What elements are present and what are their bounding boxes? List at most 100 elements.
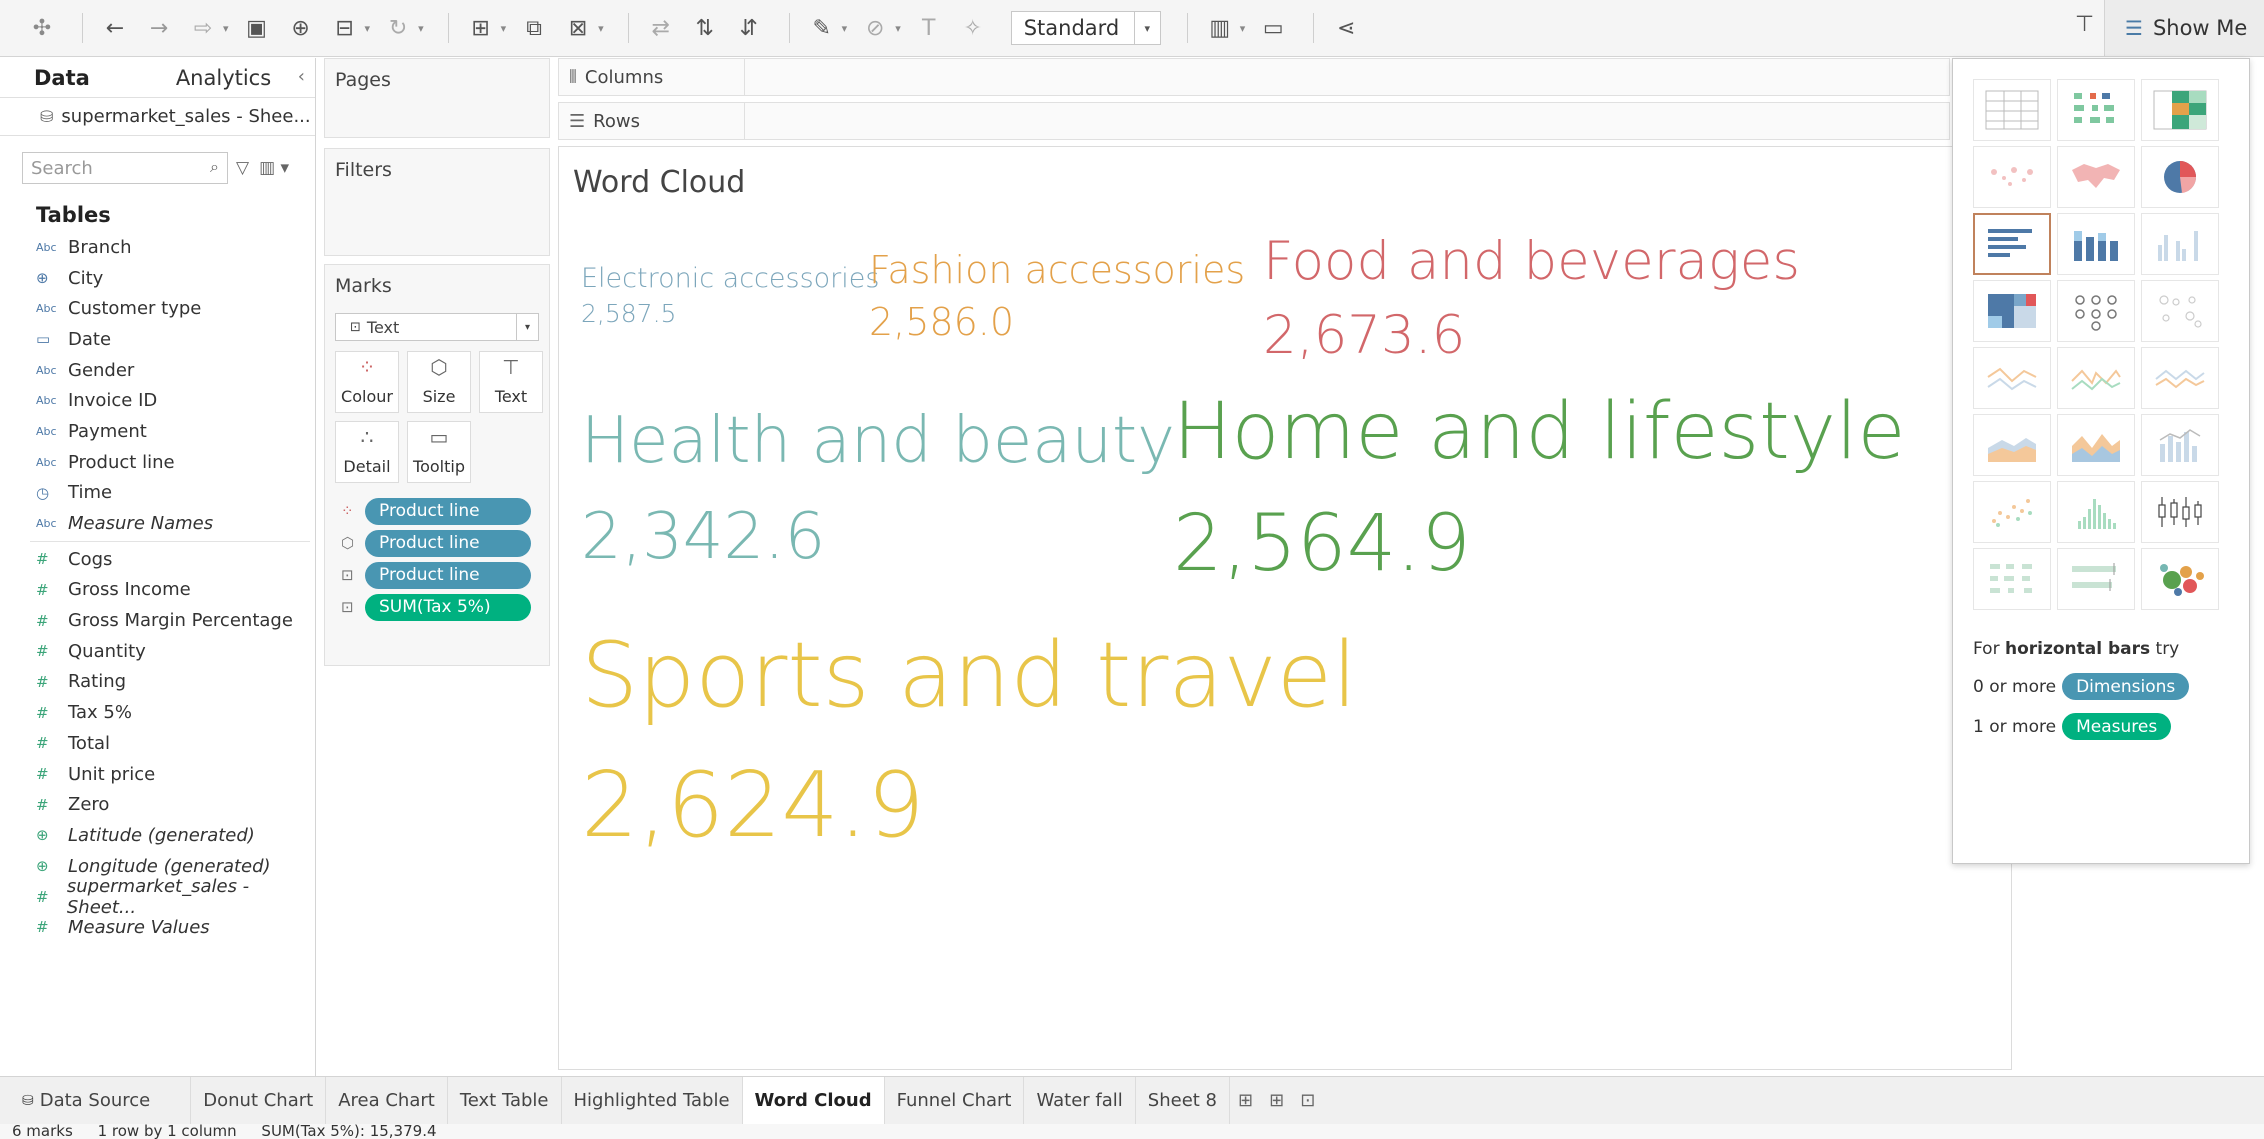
word-label-fashion[interactable]: Fashion accessories bbox=[869, 251, 1245, 289]
field-item[interactable]: Abc Measure Names bbox=[0, 508, 315, 539]
word-label-home[interactable]: Home and lifestyle bbox=[1173, 393, 1906, 471]
undo-icon[interactable]: ← bbox=[97, 10, 133, 46]
chevron-down-icon[interactable]: ▾ bbox=[516, 314, 538, 340]
chevron-down-icon[interactable]: ▾ bbox=[1133, 12, 1160, 44]
lines-discrete-chart-icon[interactable] bbox=[2057, 347, 2135, 409]
area-continuous-chart-icon[interactable] bbox=[1973, 414, 2051, 476]
word-label-sports[interactable]: Sports and travel bbox=[581, 631, 1357, 721]
swap-icon[interactable]: ⇄ bbox=[643, 10, 679, 46]
pin-icon[interactable]: ✧ bbox=[955, 10, 991, 46]
datasource-caret-icon[interactable]: ▾ bbox=[365, 22, 371, 35]
save-icon[interactable]: ▣ bbox=[239, 10, 275, 46]
word-label-health[interactable]: Health and beauty bbox=[581, 409, 1175, 473]
word-value-health[interactable]: 2,342.6 bbox=[581, 505, 825, 569]
field-item[interactable]: ⊕ Latitude (generated) bbox=[0, 820, 315, 851]
symbol-map-chart-icon[interactable] bbox=[1973, 146, 2051, 208]
pie-chart-icon[interactable] bbox=[2141, 146, 2219, 208]
heat-map-chart-icon[interactable] bbox=[2057, 79, 2135, 141]
histogram-chart-icon[interactable] bbox=[2057, 481, 2135, 543]
filter-icon[interactable]: ▽ bbox=[236, 158, 249, 178]
size-button[interactable]: ⬡ Size bbox=[407, 351, 471, 413]
field-item[interactable]: Abc Invoice ID bbox=[0, 385, 315, 416]
field-item[interactable]: Abc Product line bbox=[0, 447, 315, 478]
box-whisker-chart-icon[interactable] bbox=[2141, 481, 2219, 543]
scatter-plot-chart-icon[interactable] bbox=[1973, 481, 2051, 543]
sheet-tab[interactable]: Word Cloud bbox=[742, 1077, 885, 1124]
pause-updates-icon[interactable]: ⊟ bbox=[327, 10, 363, 46]
treemap-chart-icon[interactable] bbox=[1973, 280, 2051, 342]
side-by-side-circles-chart-icon[interactable] bbox=[2141, 280, 2219, 342]
sort-ascending-icon[interactable]: ⇅ bbox=[687, 10, 723, 46]
field-item[interactable]: # Unit price bbox=[0, 759, 315, 790]
new-story-icon[interactable]: ⊡ bbox=[1292, 1077, 1323, 1124]
colour-button[interactable]: ⁘ Colour bbox=[335, 351, 399, 413]
area-discrete-chart-icon[interactable] bbox=[2057, 414, 2135, 476]
lines-continuous-chart-icon[interactable] bbox=[1973, 347, 2051, 409]
sheet-tab[interactable]: Funnel Chart bbox=[885, 1077, 1025, 1124]
field-item[interactable]: # Total bbox=[0, 728, 315, 759]
clear-caret-icon[interactable]: ▾ bbox=[598, 22, 604, 35]
horizontal-bars-chart-icon[interactable] bbox=[1973, 213, 2051, 275]
sheet-tab[interactable]: Water fall bbox=[1024, 1077, 1136, 1124]
field-item[interactable]: # Rating bbox=[0, 667, 315, 698]
field-item[interactable]: Abc Gender bbox=[0, 355, 315, 386]
replay-caret-icon[interactable]: ▾ bbox=[223, 22, 229, 35]
filled-map-chart-icon[interactable] bbox=[2057, 146, 2135, 208]
sheet-tab[interactable]: Donut Chart bbox=[191, 1077, 327, 1124]
refresh-icon[interactable]: ↻ bbox=[380, 10, 416, 46]
new-worksheet-caret-icon[interactable]: ▾ bbox=[501, 22, 507, 35]
dual-combination-chart-icon[interactable] bbox=[2141, 414, 2219, 476]
group-caret-icon[interactable]: ▾ bbox=[895, 22, 901, 35]
text-measure-pill[interactable]: SUM(Tax 5%) bbox=[365, 593, 531, 621]
new-datasource-icon[interactable]: ⊕ bbox=[283, 10, 319, 46]
sheet-tab[interactable]: Highlighted Table bbox=[562, 1077, 743, 1124]
word-value-fashion[interactable]: 2,586.0 bbox=[869, 303, 1014, 341]
word-label-electronic[interactable]: Electronic accessories bbox=[581, 265, 879, 292]
bullet-graph-chart-icon[interactable] bbox=[2057, 548, 2135, 610]
field-item[interactable]: Abc Branch bbox=[0, 232, 315, 263]
size-field-pill[interactable]: Product line bbox=[365, 529, 531, 557]
word-value-sports[interactable]: 2,624.9 bbox=[581, 761, 925, 851]
tooltip-button[interactable]: ▭ Tooltip bbox=[407, 421, 471, 483]
colour-field-pill[interactable]: Product line bbox=[365, 497, 531, 525]
field-item[interactable]: ◷ Time bbox=[0, 478, 315, 509]
new-worksheet-icon[interactable]: ⊞ bbox=[463, 10, 499, 46]
text-field-pill[interactable]: Product line bbox=[365, 561, 531, 589]
tableau-logo-icon[interactable]: ✣ bbox=[24, 10, 60, 46]
word-value-home[interactable]: 2,564.9 bbox=[1173, 505, 1471, 583]
tab-data-source[interactable]: ⛁ Data Source bbox=[10, 1077, 192, 1124]
field-item[interactable]: ⊕ City bbox=[0, 263, 315, 294]
rows-shelf[interactable]: ☰ Rows bbox=[558, 102, 1950, 140]
mark-type-select[interactable]: ⊡ Text ▾ bbox=[335, 313, 539, 341]
field-item[interactable]: ▭ Date bbox=[0, 324, 315, 355]
text-button[interactable]: ⊤ Text bbox=[479, 351, 543, 413]
tab-data[interactable]: Data bbox=[0, 66, 106, 90]
view-options-icon[interactable]: ▥ ▾ bbox=[259, 158, 289, 178]
side-by-side-bars-chart-icon[interactable] bbox=[2141, 213, 2219, 275]
detail-button[interactable]: ∴ Detail bbox=[335, 421, 399, 483]
columns-shelf[interactable]: ⦀ Columns bbox=[558, 58, 1950, 96]
clear-sheet-icon[interactable]: ⊠ bbox=[560, 10, 596, 46]
dual-lines-chart-icon[interactable] bbox=[2141, 347, 2219, 409]
show-cards-caret-icon[interactable]: ▾ bbox=[1240, 22, 1246, 35]
field-item[interactable]: # Cogs bbox=[0, 544, 315, 575]
field-item[interactable]: # Gross Income bbox=[0, 575, 315, 606]
device-preview-icon[interactable]: ⊤ bbox=[2075, 12, 2094, 37]
field-item[interactable]: # Tax 5% bbox=[0, 697, 315, 728]
new-dashboard-icon[interactable]: ⊞ bbox=[1261, 1077, 1292, 1124]
field-item[interactable]: # Gross Margin Percentage bbox=[0, 605, 315, 636]
field-item[interactable]: Abc Customer type bbox=[0, 293, 315, 324]
field-item[interactable]: Abc Payment bbox=[0, 416, 315, 447]
replay-icon[interactable]: ⇨ bbox=[185, 10, 221, 46]
word-value-electronic[interactable]: 2,587.5 bbox=[581, 301, 676, 326]
sheet-tab[interactable]: Text Table bbox=[448, 1077, 562, 1124]
redo-icon[interactable]: → bbox=[141, 10, 177, 46]
gantt-chart-icon[interactable] bbox=[1973, 548, 2051, 610]
show-me-button[interactable]: ☰ Show Me bbox=[2104, 0, 2264, 56]
text-table-chart-icon[interactable] bbox=[1973, 79, 2051, 141]
presentation-icon[interactable]: ▭ bbox=[1255, 10, 1291, 46]
pages-card[interactable]: Pages bbox=[324, 58, 550, 138]
highlight-caret-icon[interactable]: ▾ bbox=[842, 22, 848, 35]
view-mode-select[interactable]: Standard ▾ bbox=[1010, 11, 1161, 45]
duplicate-icon[interactable]: ⧉ bbox=[516, 10, 552, 46]
